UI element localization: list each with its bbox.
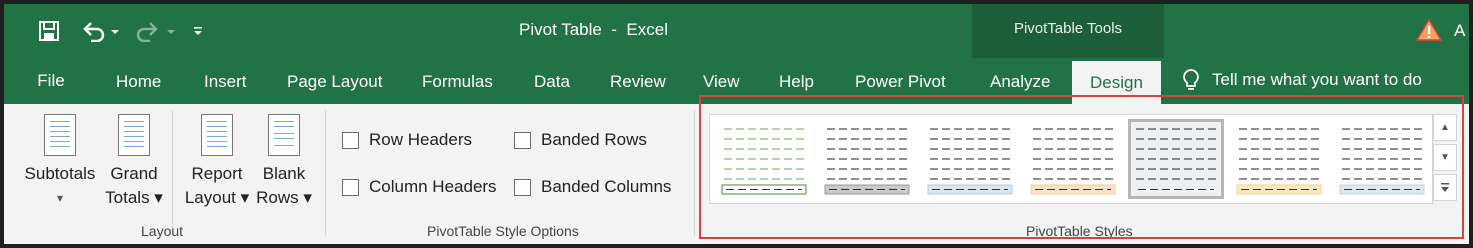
grand-totals-icon	[118, 114, 150, 156]
column-headers-box[interactable]	[342, 178, 359, 196]
row-headers-checkbox[interactable]: Row Headers	[342, 130, 472, 150]
lightbulb-icon	[1183, 69, 1199, 90]
context-group-label: PivotTable Tools	[1013, 20, 1123, 37]
banded-columns-label: Banded Columns	[541, 177, 672, 196]
tell-me-placeholder: Tell me what you want to do	[1212, 70, 1422, 89]
account-name[interactable]: A	[1454, 21, 1465, 41]
row-headers-label: Row Headers	[369, 130, 472, 149]
tab-file[interactable]: File	[4, 58, 98, 104]
tab-review[interactable]: Review	[610, 72, 666, 92]
row-headers-box[interactable]	[342, 131, 359, 149]
tab-analyze[interactable]: Analyze	[990, 72, 1050, 92]
window-title: Pivot Table - Excel	[519, 20, 668, 39]
subtotals-label: Subtotals	[24, 164, 96, 183]
title-bar: Pivot Table - Excel PivotTable Tools A	[4, 4, 1469, 104]
redo-icon[interactable]	[132, 18, 178, 44]
group-divider-1	[325, 110, 326, 236]
grand-totals-button[interactable]: Grand Totals ▾	[102, 114, 166, 210]
layout-group-label: Layout	[141, 223, 184, 239]
layout-divider	[172, 110, 173, 236]
report-layout-label-2: Layout ▾	[184, 188, 250, 207]
warning-icon[interactable]	[1415, 18, 1443, 47]
blank-rows-icon	[268, 114, 300, 156]
subtotals-dropdown-arrow: ▾	[56, 191, 64, 205]
subtotals-icon	[44, 114, 76, 156]
tab-help[interactable]: Help	[779, 72, 814, 92]
blank-rows-button[interactable]: Blank Rows ▾	[254, 114, 314, 210]
group-divider-2	[694, 110, 695, 236]
blank-rows-label-1: Blank	[262, 164, 306, 183]
style-options-group-label: PivotTable Style Options	[427, 223, 579, 239]
grand-totals-label-2: Totals ▾	[105, 188, 163, 207]
column-headers-label: Column Headers	[369, 177, 497, 196]
excel-window: Pivot Table - Excel PivotTable Tools A F…	[4, 4, 1469, 244]
styles-highlight-box	[699, 95, 1464, 239]
tab-power-pivot[interactable]: Power Pivot	[855, 72, 946, 92]
report-layout-icon	[201, 114, 233, 156]
report-layout-label-1: Report	[191, 164, 243, 183]
save-icon[interactable]	[36, 18, 62, 44]
tab-formulas[interactable]: Formulas	[422, 72, 493, 92]
tab-page-layout[interactable]: Page Layout	[287, 72, 382, 92]
blank-rows-label-2: Rows ▾	[256, 188, 312, 207]
grand-totals-label-1: Grand	[110, 164, 158, 183]
column-headers-checkbox[interactable]: Column Headers	[342, 177, 497, 197]
undo-icon[interactable]	[80, 18, 120, 44]
banded-rows-checkbox[interactable]: Banded Rows	[514, 130, 647, 150]
report-layout-button[interactable]: Report Layout ▾	[180, 114, 254, 210]
tab-home[interactable]: Home	[116, 72, 161, 92]
banded-columns-checkbox[interactable]: Banded Columns	[514, 177, 671, 197]
banded-columns-box[interactable]	[514, 178, 531, 196]
banded-rows-box[interactable]	[514, 131, 531, 149]
banded-rows-label: Banded Rows	[541, 130, 647, 149]
tell-me-search[interactable]: Tell me what you want to do	[1182, 68, 1422, 92]
customize-qat-icon[interactable]	[188, 18, 208, 44]
tab-insert[interactable]: Insert	[204, 72, 247, 92]
subtotals-button[interactable]: Subtotals ▾	[18, 114, 102, 210]
tab-data[interactable]: Data	[534, 72, 570, 92]
tab-view[interactable]: View	[703, 72, 740, 92]
